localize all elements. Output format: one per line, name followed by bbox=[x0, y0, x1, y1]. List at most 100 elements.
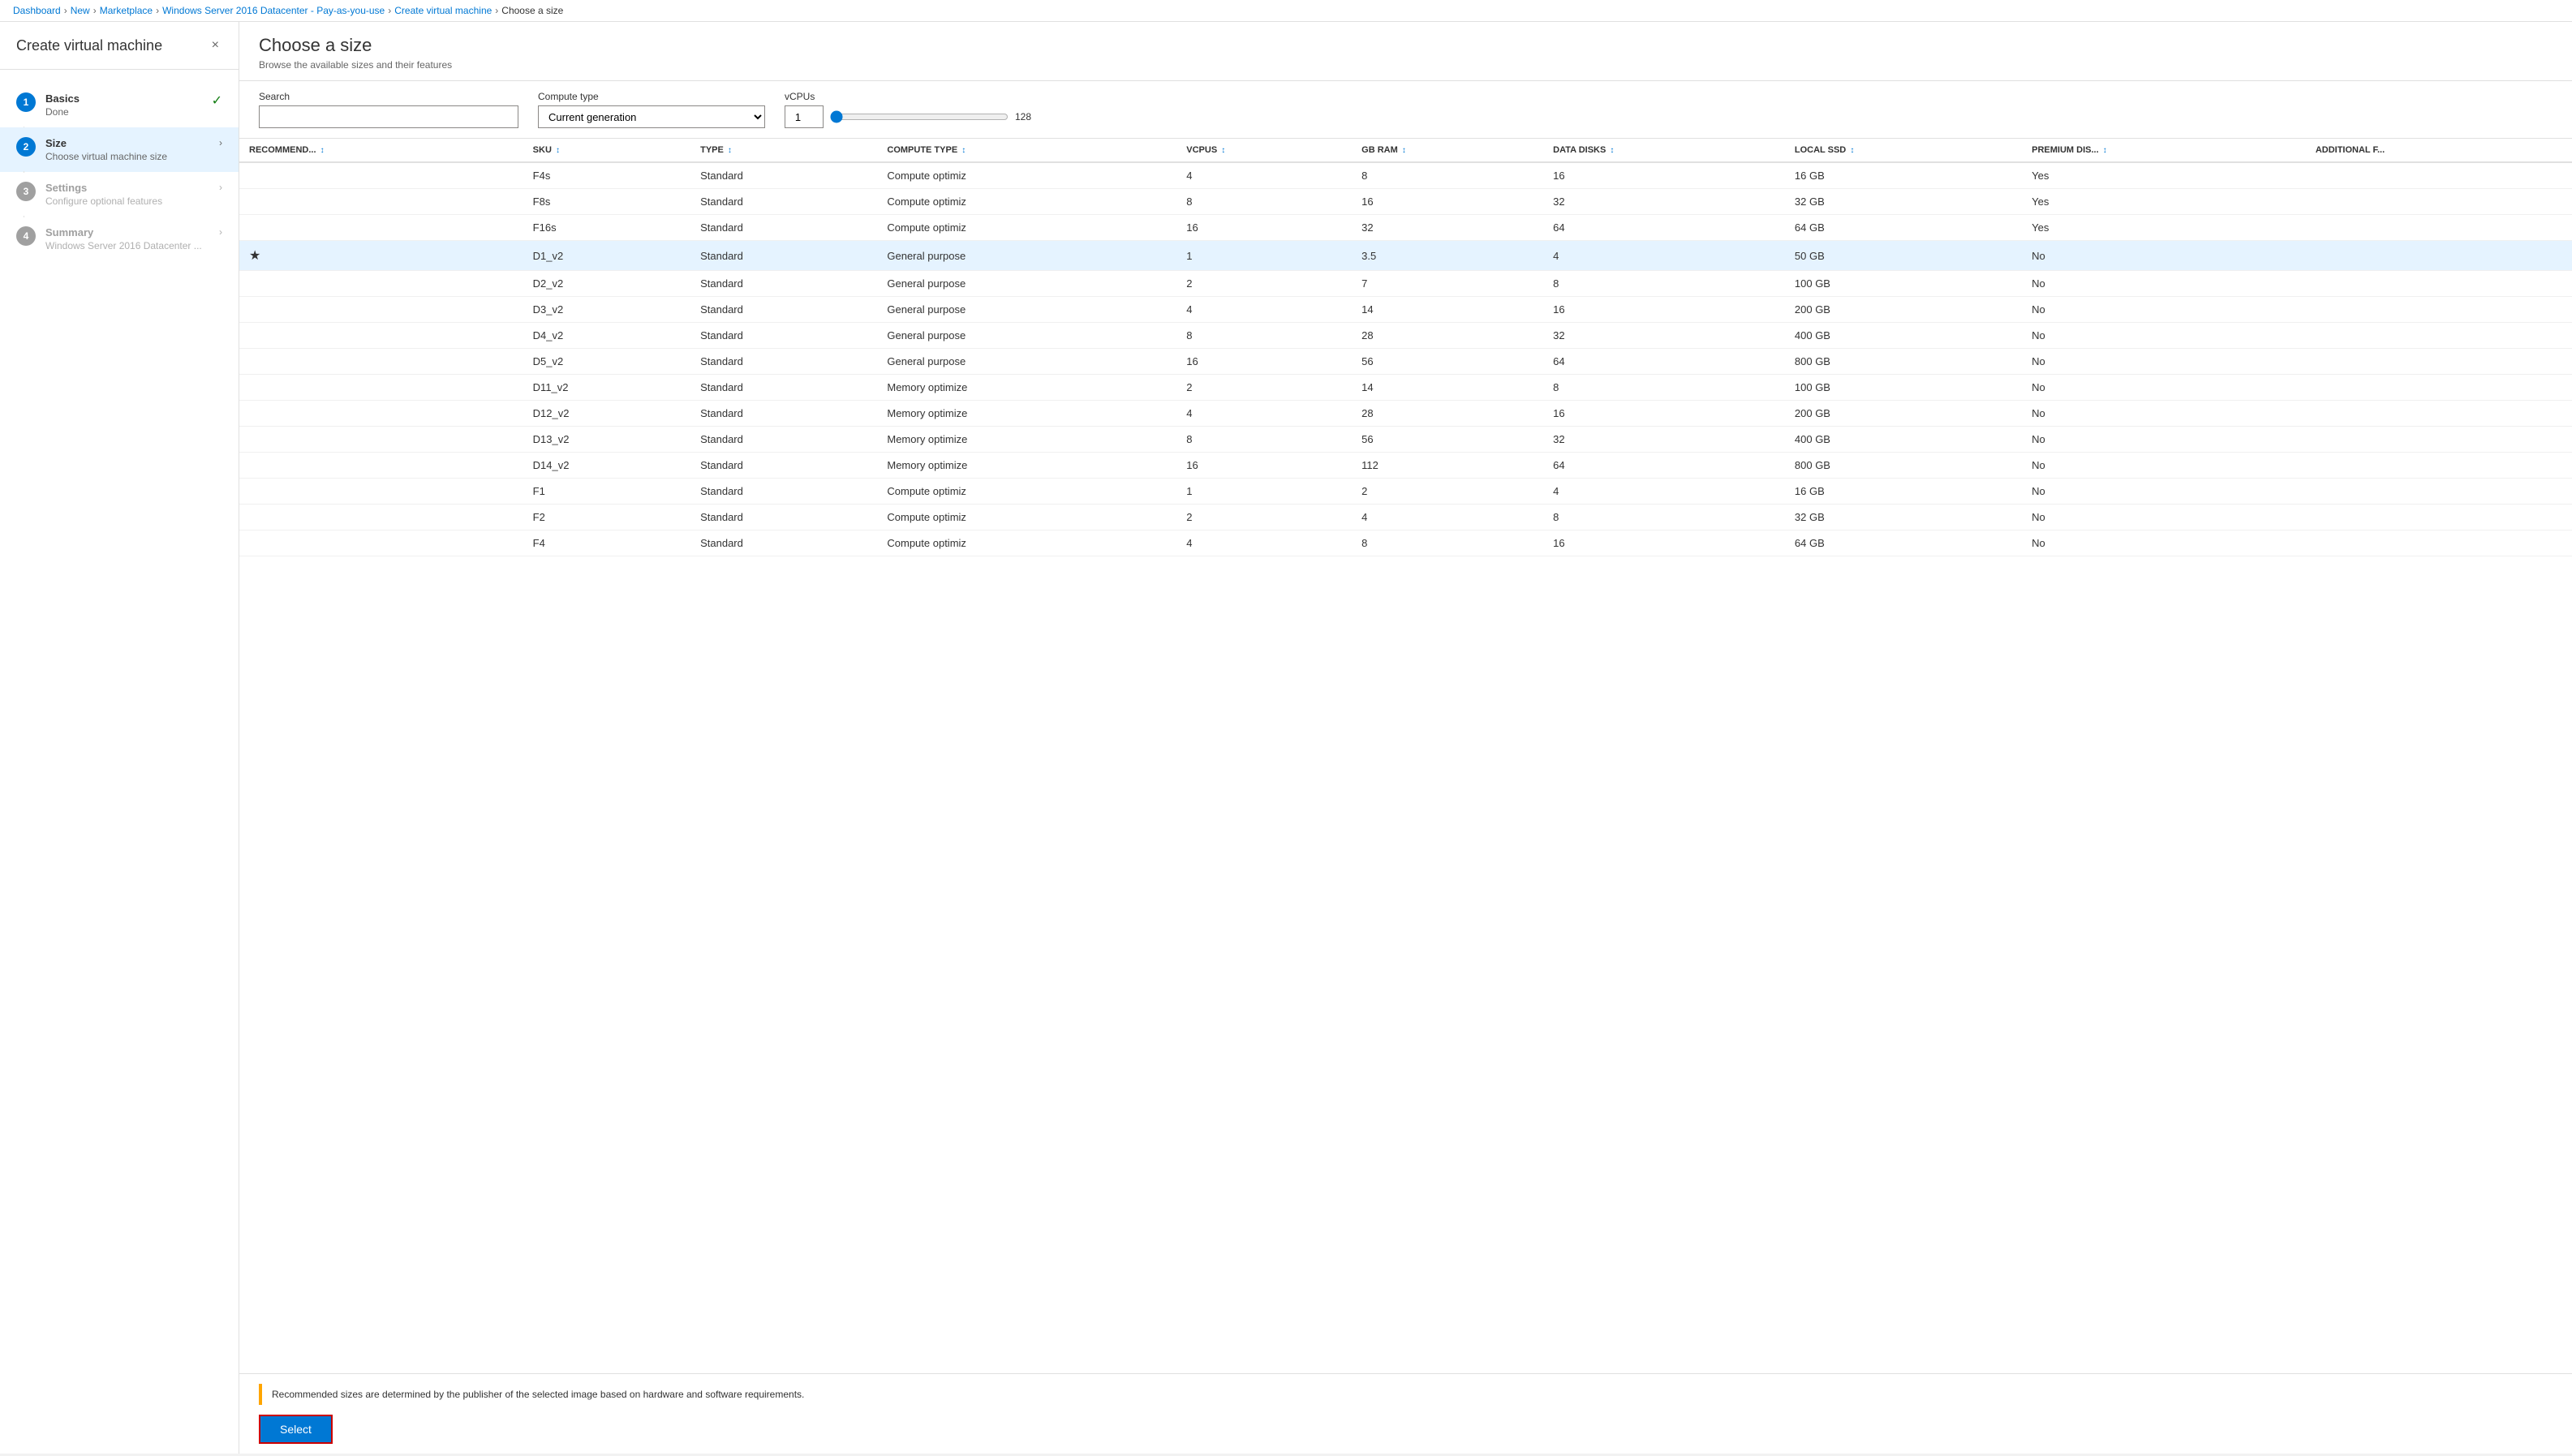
table-row[interactable]: D4_v2StandardGeneral purpose82832400 GBN… bbox=[239, 323, 2572, 349]
cell-gb-ram: 32 bbox=[1352, 215, 1543, 241]
breadcrumb-new[interactable]: New bbox=[71, 5, 90, 16]
table-row[interactable]: D5_v2StandardGeneral purpose165664800 GB… bbox=[239, 349, 2572, 375]
controls-bar: Search Compute type All Current generati… bbox=[239, 81, 2572, 139]
footer-note-text: Recommended sizes are determined by the … bbox=[262, 1384, 814, 1405]
cell-additional-f bbox=[2306, 530, 2572, 556]
cell-premium-dis: No bbox=[2022, 479, 2306, 505]
table-row[interactable]: F4sStandardCompute optimiz481616 GBYes bbox=[239, 162, 2572, 189]
col-data-disks[interactable]: DATA DISKS ↕ bbox=[1543, 139, 1785, 162]
step-2-content: Size Choose virtual machine size bbox=[45, 137, 209, 162]
steps-container: 1 Basics Done ✓ 2 Size Choose virtual ma… bbox=[0, 70, 239, 1454]
col-premium-dis[interactable]: PREMIUM DIS... ↕ bbox=[2022, 139, 2306, 162]
vcpu-number-input[interactable] bbox=[785, 105, 824, 128]
cell-additional-f bbox=[2306, 401, 2572, 427]
col-gb-ram[interactable]: GB RAM ↕ bbox=[1352, 139, 1543, 162]
cell-compute-type: Memory optimize bbox=[877, 401, 1176, 427]
table-row[interactable]: F4StandardCompute optimiz481664 GBNo bbox=[239, 530, 2572, 556]
cell-vcpus: 8 bbox=[1176, 427, 1352, 453]
main-layout: Create virtual machine × 1 Basics Done ✓… bbox=[0, 22, 2572, 1454]
cell-additional-f bbox=[2306, 297, 2572, 323]
table-row[interactable]: D2_v2StandardGeneral purpose278100 GBNo bbox=[239, 271, 2572, 297]
cell-type: Standard bbox=[690, 241, 877, 271]
cell-vcpus: 2 bbox=[1176, 271, 1352, 297]
table-row[interactable]: D11_v2StandardMemory optimize2148100 GBN… bbox=[239, 375, 2572, 401]
sort-sku-icon: ↕ bbox=[556, 146, 560, 155]
cell-data-disks: 64 bbox=[1543, 453, 1785, 479]
col-vcpus[interactable]: VCPUS ↕ bbox=[1176, 139, 1352, 162]
cell-premium-dis: No bbox=[2022, 297, 2306, 323]
table-row[interactable]: F2StandardCompute optimiz24832 GBNo bbox=[239, 505, 2572, 530]
vcpu-label: vCPUs bbox=[785, 91, 1031, 102]
step-size[interactable]: 2 Size Choose virtual machine size › bbox=[0, 127, 239, 172]
cell-data-disks: 64 bbox=[1543, 215, 1785, 241]
cell-type: Standard bbox=[690, 453, 877, 479]
cell-recommended bbox=[239, 215, 523, 241]
search-input[interactable] bbox=[259, 105, 518, 128]
breadcrumb-product[interactable]: Windows Server 2016 Datacenter - Pay-as-… bbox=[162, 5, 385, 16]
cell-type: Standard bbox=[690, 505, 877, 530]
cell-premium-dis: No bbox=[2022, 427, 2306, 453]
col-recommended[interactable]: RECOMMEND... ↕ bbox=[239, 139, 523, 162]
vcpu-slider[interactable] bbox=[830, 110, 1009, 123]
cell-additional-f bbox=[2306, 479, 2572, 505]
step-summary[interactable]: 4 Summary Windows Server 2016 Datacenter… bbox=[0, 217, 239, 261]
table-row[interactable]: F8sStandardCompute optimiz8163232 GBYes bbox=[239, 189, 2572, 215]
table-row[interactable]: F1StandardCompute optimiz12416 GBNo bbox=[239, 479, 2572, 505]
step-settings[interactable]: 3 Settings Configure optional features › bbox=[0, 172, 239, 217]
cell-gb-ram: 16 bbox=[1352, 189, 1543, 215]
sort-compute-icon: ↕ bbox=[961, 146, 966, 155]
col-local-ssd[interactable]: LOCAL SSD ↕ bbox=[1785, 139, 2022, 162]
cell-local-ssd: 64 GB bbox=[1785, 530, 2022, 556]
step-3-content: Settings Configure optional features bbox=[45, 182, 209, 207]
cell-additional-f bbox=[2306, 215, 2572, 241]
cell-recommended bbox=[239, 271, 523, 297]
footer: Recommended sizes are determined by the … bbox=[239, 1373, 2572, 1454]
cell-recommended bbox=[239, 375, 523, 401]
cell-premium-dis: No bbox=[2022, 323, 2306, 349]
cell-data-disks: 16 bbox=[1543, 162, 1785, 189]
sort-recommended-icon: ↕ bbox=[320, 146, 325, 155]
col-sku[interactable]: SKU ↕ bbox=[523, 139, 690, 162]
table-row[interactable]: F16sStandardCompute optimiz16326464 GBYe… bbox=[239, 215, 2572, 241]
step-3-subtitle: Configure optional features bbox=[45, 195, 209, 207]
col-type[interactable]: TYPE ↕ bbox=[690, 139, 877, 162]
table-row[interactable]: D3_v2StandardGeneral purpose41416200 GBN… bbox=[239, 297, 2572, 323]
close-button[interactable]: × bbox=[209, 35, 222, 56]
cell-gb-ram: 7 bbox=[1352, 271, 1543, 297]
cell-gb-ram: 56 bbox=[1352, 427, 1543, 453]
step-1-number: 1 bbox=[16, 92, 36, 112]
breadcrumb-sep-3: › bbox=[156, 5, 159, 16]
step-4-chevron-icon: › bbox=[219, 226, 222, 238]
cell-type: Standard bbox=[690, 479, 877, 505]
table-row[interactable]: D14_v2StandardMemory optimize1611264800 … bbox=[239, 453, 2572, 479]
breadcrumb-dashboard[interactable]: Dashboard bbox=[13, 5, 61, 16]
star-icon: ★ bbox=[249, 249, 260, 263]
cell-compute-type: General purpose bbox=[877, 349, 1176, 375]
table-row[interactable]: ★D1_v2StandardGeneral purpose13.5450 GBN… bbox=[239, 241, 2572, 271]
cell-local-ssd: 200 GB bbox=[1785, 297, 2022, 323]
cell-local-ssd: 800 GB bbox=[1785, 349, 2022, 375]
cell-local-ssd: 32 GB bbox=[1785, 189, 2022, 215]
search-label: Search bbox=[259, 91, 518, 102]
cell-sku: D5_v2 bbox=[523, 349, 690, 375]
cell-gb-ram: 28 bbox=[1352, 401, 1543, 427]
breadcrumb-create-vm[interactable]: Create virtual machine bbox=[394, 5, 492, 16]
compute-type-select[interactable]: All Current generation Previous generati… bbox=[538, 105, 765, 128]
cell-additional-f bbox=[2306, 505, 2572, 530]
col-additional-f[interactable]: ADDITIONAL F... bbox=[2306, 139, 2572, 162]
sort-vcpus-icon: ↕ bbox=[1221, 146, 1225, 155]
cell-additional-f bbox=[2306, 271, 2572, 297]
col-compute-type[interactable]: COMPUTE TYPE ↕ bbox=[877, 139, 1176, 162]
step-basics[interactable]: 1 Basics Done ✓ bbox=[0, 83, 239, 127]
cell-recommended bbox=[239, 323, 523, 349]
cell-sku: D3_v2 bbox=[523, 297, 690, 323]
cell-gb-ram: 8 bbox=[1352, 530, 1543, 556]
cell-compute-type: General purpose bbox=[877, 297, 1176, 323]
select-button[interactable]: Select bbox=[259, 1415, 333, 1444]
cell-type: Standard bbox=[690, 271, 877, 297]
table-row[interactable]: D13_v2StandardMemory optimize85632400 GB… bbox=[239, 427, 2572, 453]
breadcrumb-marketplace[interactable]: Marketplace bbox=[100, 5, 153, 16]
step-2-chevron-icon: › bbox=[219, 137, 222, 148]
cell-data-disks: 16 bbox=[1543, 530, 1785, 556]
table-row[interactable]: D12_v2StandardMemory optimize42816200 GB… bbox=[239, 401, 2572, 427]
